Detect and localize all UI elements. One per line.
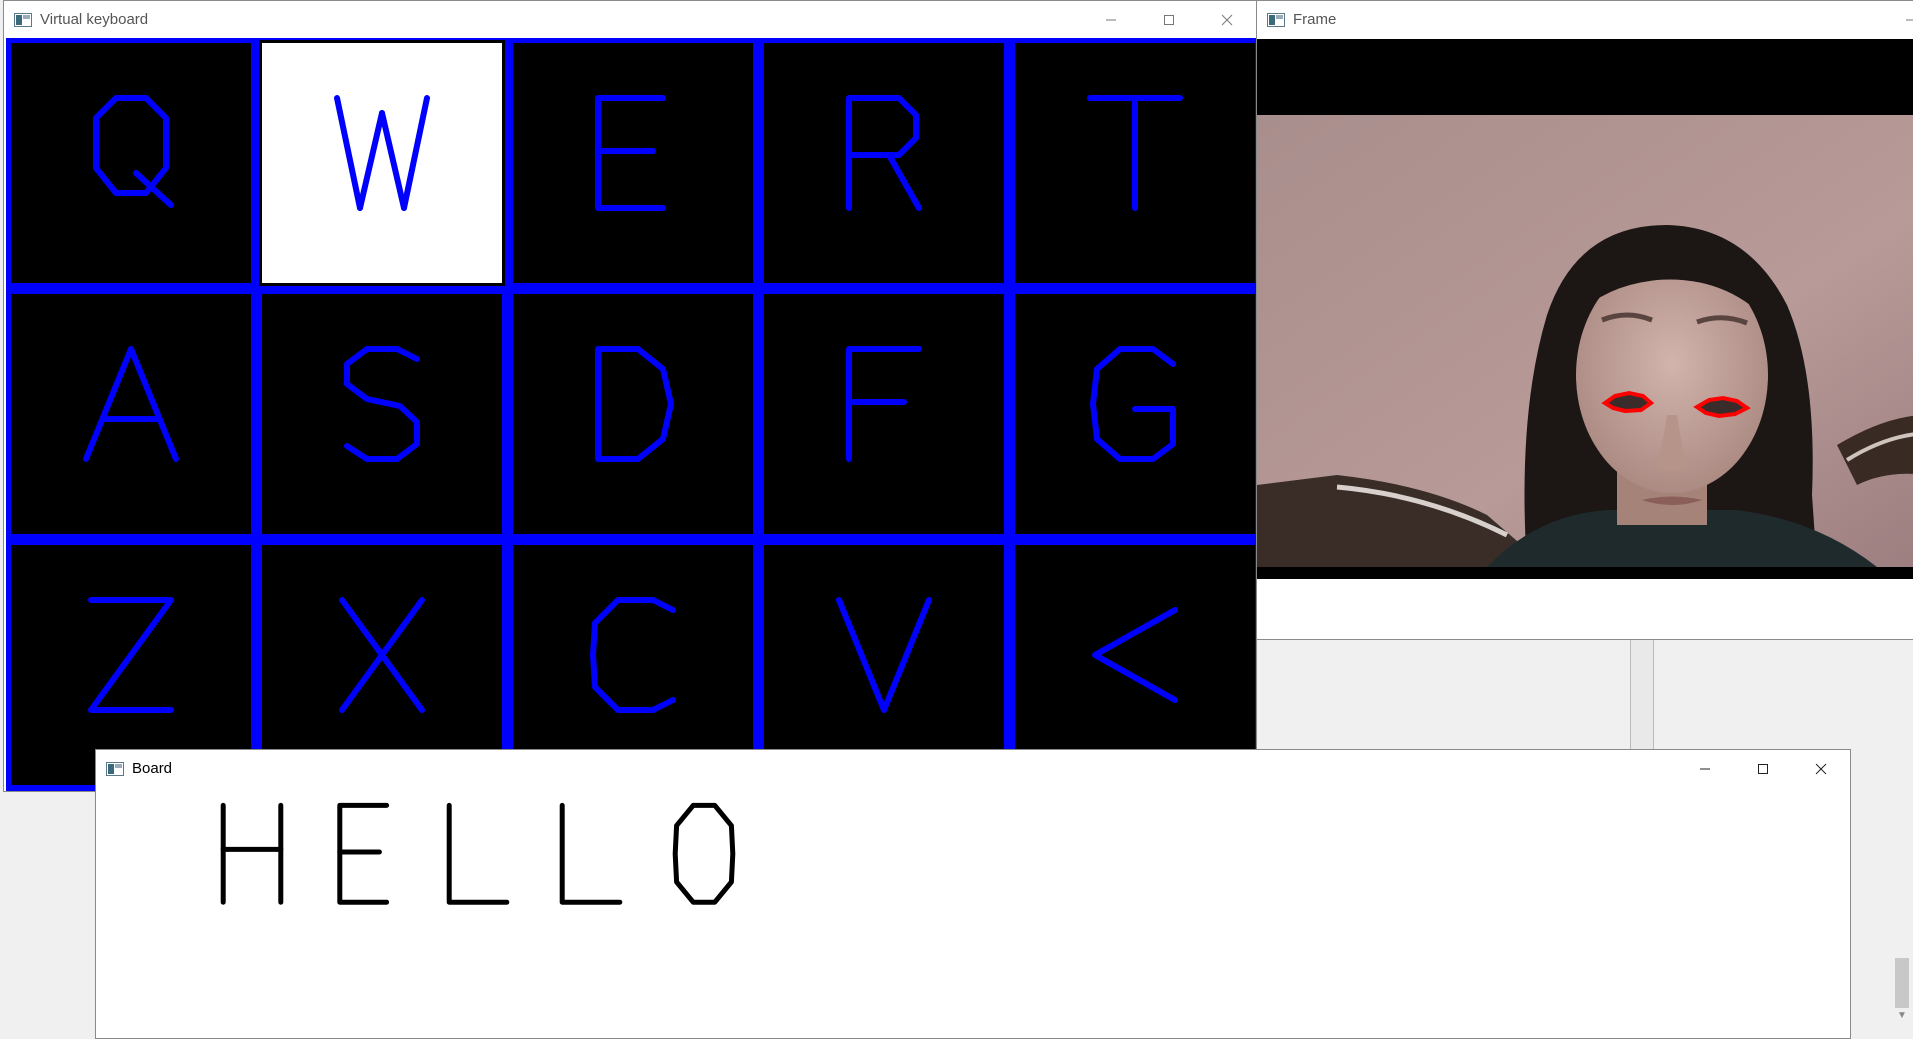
- maximize-button[interactable]: [1734, 750, 1792, 787]
- minimize-icon: [1700, 768, 1710, 769]
- scroll-down-icon[interactable]: ▼: [1897, 1010, 1907, 1021]
- app-icon: [1267, 12, 1285, 27]
- maximize-icon: [1758, 763, 1768, 774]
- frame-empty-area: [1257, 579, 1913, 639]
- key-d[interactable]: D: [513, 294, 753, 534]
- typed-letter: [559, 802, 623, 905]
- maximize-icon: [1164, 14, 1174, 25]
- key-a[interactable]: A: [11, 294, 251, 534]
- frame-titlebar[interactable]: Frame: [1257, 1, 1913, 38]
- virtual-keyboard-window: Virtual keyboard QWERTASDFGZXCV<: [3, 0, 1257, 792]
- minimize-button[interactable]: [1676, 750, 1734, 787]
- board-window: Board HELLO: [95, 749, 1851, 1039]
- board-canvas: HELLO: [96, 788, 1850, 1038]
- window-title: Virtual keyboard: [40, 11, 149, 28]
- key-q[interactable]: Q: [11, 43, 251, 283]
- minimize-button[interactable]: [1896, 1, 1913, 38]
- key-letter: D: [595, 346, 674, 462]
- keyboard-grid: QWERTASDFGZXCV<: [6, 38, 1256, 791]
- window-title: Board: [132, 760, 173, 777]
- key-letter: A: [83, 346, 179, 462]
- key-letter: E: [595, 95, 666, 211]
- key-letter: T: [1087, 95, 1183, 211]
- key-t[interactable]: T: [1015, 43, 1255, 283]
- typed-letter: [446, 802, 510, 905]
- key-s[interactable]: S: [262, 294, 502, 534]
- close-button[interactable]: [1792, 750, 1850, 787]
- app-icon: [14, 12, 32, 27]
- typed-letter: [337, 802, 390, 905]
- webcam-image: [1257, 115, 1913, 567]
- typed-letter: [220, 802, 284, 905]
- frame-window: Frame: [1256, 0, 1913, 640]
- key-e[interactable]: E: [513, 43, 753, 283]
- key-r[interactable]: R: [764, 43, 1004, 283]
- background-window-edge: [1630, 640, 1654, 750]
- close-icon: [1221, 14, 1233, 25]
- close-icon: [1815, 763, 1827, 774]
- key-w[interactable]: W: [259, 40, 505, 286]
- scrollbar-thumb[interactable]: [1895, 958, 1909, 1008]
- window-title: Frame: [1293, 11, 1337, 28]
- maximize-button[interactable]: [1140, 1, 1198, 38]
- key-g[interactable]: G: [1015, 294, 1255, 534]
- app-icon: [106, 761, 124, 776]
- key-f[interactable]: F: [764, 294, 1004, 534]
- key-letter: S: [344, 346, 420, 462]
- camera-frame: [1257, 39, 1913, 579]
- minimize-button[interactable]: [1082, 1, 1140, 38]
- typed-letter: [672, 802, 736, 905]
- close-button[interactable]: [1198, 1, 1256, 38]
- virtual-keyboard-titlebar[interactable]: Virtual keyboard: [4, 1, 1256, 38]
- key-letter: F: [846, 346, 922, 462]
- board-titlebar[interactable]: Board: [96, 750, 1850, 787]
- key-letter: W: [334, 95, 430, 211]
- key-letter: G: [1090, 346, 1176, 462]
- key-letter: Q: [93, 95, 174, 208]
- minimize-icon: [1906, 19, 1913, 20]
- key-letter: R: [846, 95, 922, 211]
- typed-text: HELLO: [220, 802, 736, 905]
- minimize-icon: [1106, 19, 1116, 20]
